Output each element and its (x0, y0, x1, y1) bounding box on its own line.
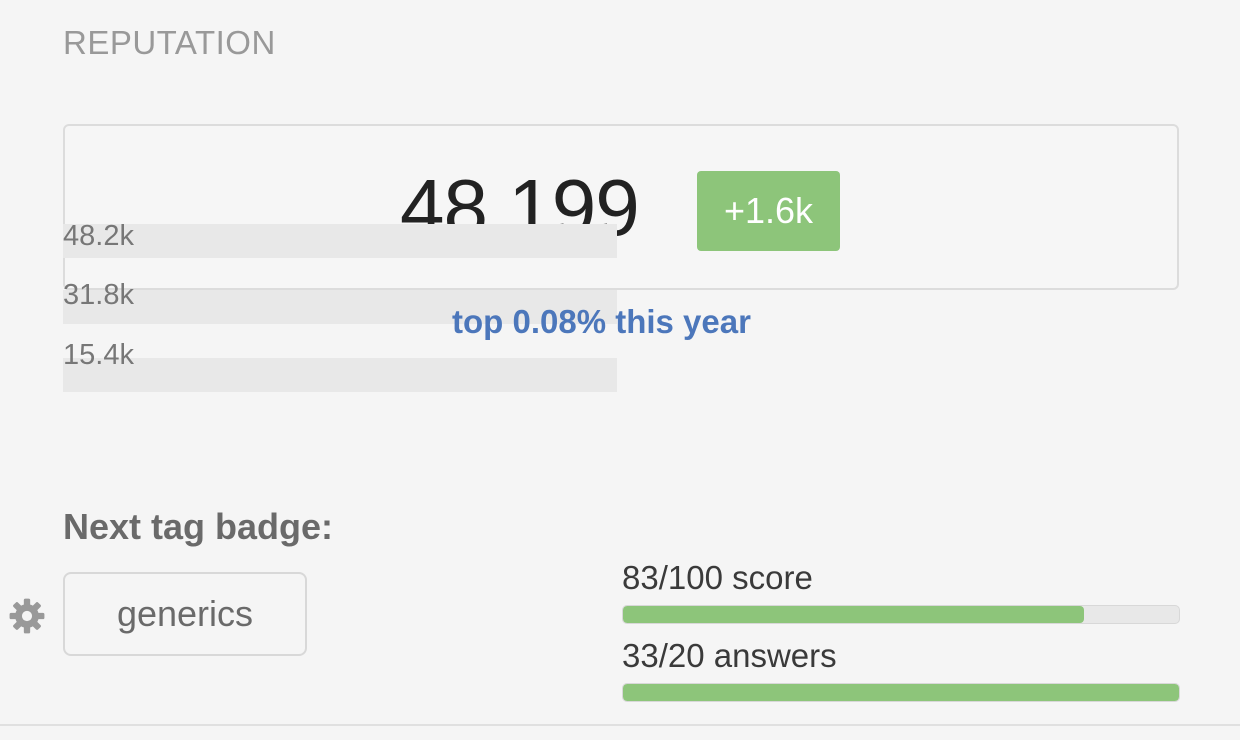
graph-label: 15.4k (63, 339, 134, 371)
answers-progress-label: 33/20 answers (622, 637, 837, 674)
graph-label: 31.8k (63, 279, 134, 311)
section-title: REPUTATION (63, 24, 276, 61)
score-progress-fill (623, 606, 1085, 623)
score-progress-bar (622, 605, 1180, 624)
answers-progress-bar (622, 683, 1180, 702)
answers-progress-fill (623, 684, 1179, 701)
rank-link[interactable]: top 0.08% this year (452, 303, 751, 341)
graph-label: 48.2k (63, 220, 134, 252)
reputation-change-badge: +1.6k (697, 171, 840, 251)
next-badge-label: Next tag badge: (63, 506, 334, 547)
graph-gridline (63, 224, 617, 258)
bottom-divider (0, 724, 1240, 726)
tag-generics[interactable]: generics (63, 572, 307, 656)
gear-icon[interactable] (8, 597, 46, 635)
score-progress-label: 83/100 score (622, 559, 813, 596)
graph-gridline (63, 358, 617, 392)
